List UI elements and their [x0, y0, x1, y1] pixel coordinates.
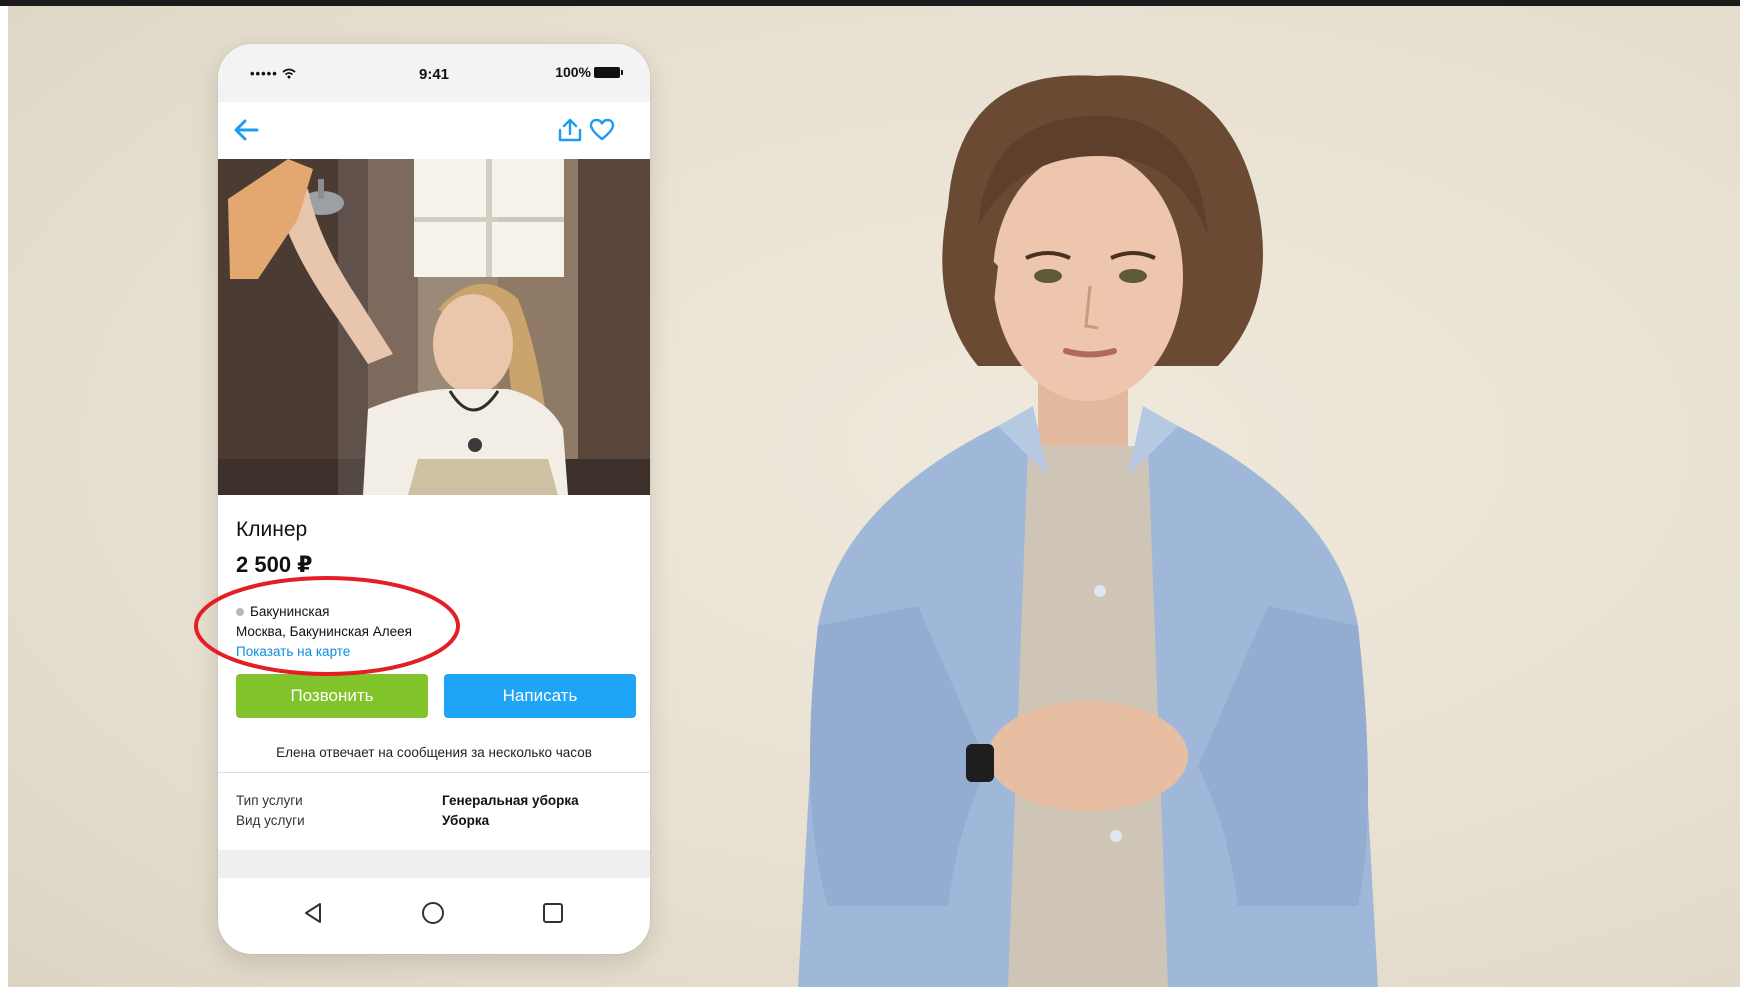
content-separator: [218, 850, 650, 878]
param-value: Генеральная уборка: [442, 793, 579, 808]
heart-icon: [589, 118, 615, 141]
nav-home-button[interactable]: [418, 898, 448, 928]
battery-percent: 100%: [555, 64, 591, 80]
back-button[interactable]: [230, 114, 262, 146]
service-params: Тип услуги Генеральная уборка Вид услуги…: [236, 791, 579, 831]
nav-back-icon: [305, 903, 321, 923]
back-arrow-icon: [234, 119, 259, 141]
listing-title: Клинер: [236, 518, 308, 541]
seller-reply-note: Елена отвечает на сообщения за несколько…: [276, 745, 592, 760]
video-frame: ••••• 9:41 100% Клинер 2 500 ₽ Бакунинск…: [8, 6, 1740, 987]
battery-icon: [594, 66, 623, 78]
param-row: Тип услуги Генеральная уборка: [236, 791, 579, 811]
phone-mockup: ••••• 9:41 100% Клинер 2 500 ₽ Бакунинск…: [218, 44, 650, 954]
param-name: Тип услуги: [236, 793, 303, 808]
param-row: Вид услуги Уборка: [236, 811, 579, 831]
nav-back-button[interactable]: [298, 898, 328, 928]
listing-price: 2 500 ₽: [236, 552, 313, 577]
share-icon: [558, 118, 582, 142]
metro-dot-icon: [236, 608, 244, 616]
share-button[interactable]: [554, 114, 586, 146]
write-message-button[interactable]: Написать: [444, 674, 636, 718]
nav-home-icon: [422, 902, 444, 924]
status-bar: ••••• 9:41 100%: [218, 44, 650, 102]
param-value: Уборка: [442, 813, 490, 828]
metro-station-name: Бакунинская: [250, 604, 330, 619]
battery-indicator: 100%: [555, 64, 623, 80]
listing-location: Бакунинская Москва, Бакунинская Алеея По…: [236, 602, 412, 662]
android-navigation-bar: [218, 878, 650, 954]
show-on-map-link[interactable]: Показать на карте: [236, 642, 412, 662]
nav-recents-icon: [543, 903, 563, 923]
call-button[interactable]: Позвонить: [236, 674, 428, 718]
presenter-image: [798, 75, 1378, 987]
listing-address: Москва, Бакунинская Алеея: [236, 624, 412, 639]
nav-recents-button[interactable]: [538, 898, 568, 928]
listing-photo: [218, 159, 650, 495]
param-name: Вид услуги: [236, 813, 305, 828]
favorite-button[interactable]: [586, 114, 618, 146]
metro-station: Бакунинская: [236, 602, 412, 622]
listing-toolbar: [218, 102, 650, 158]
section-divider: [218, 772, 650, 773]
